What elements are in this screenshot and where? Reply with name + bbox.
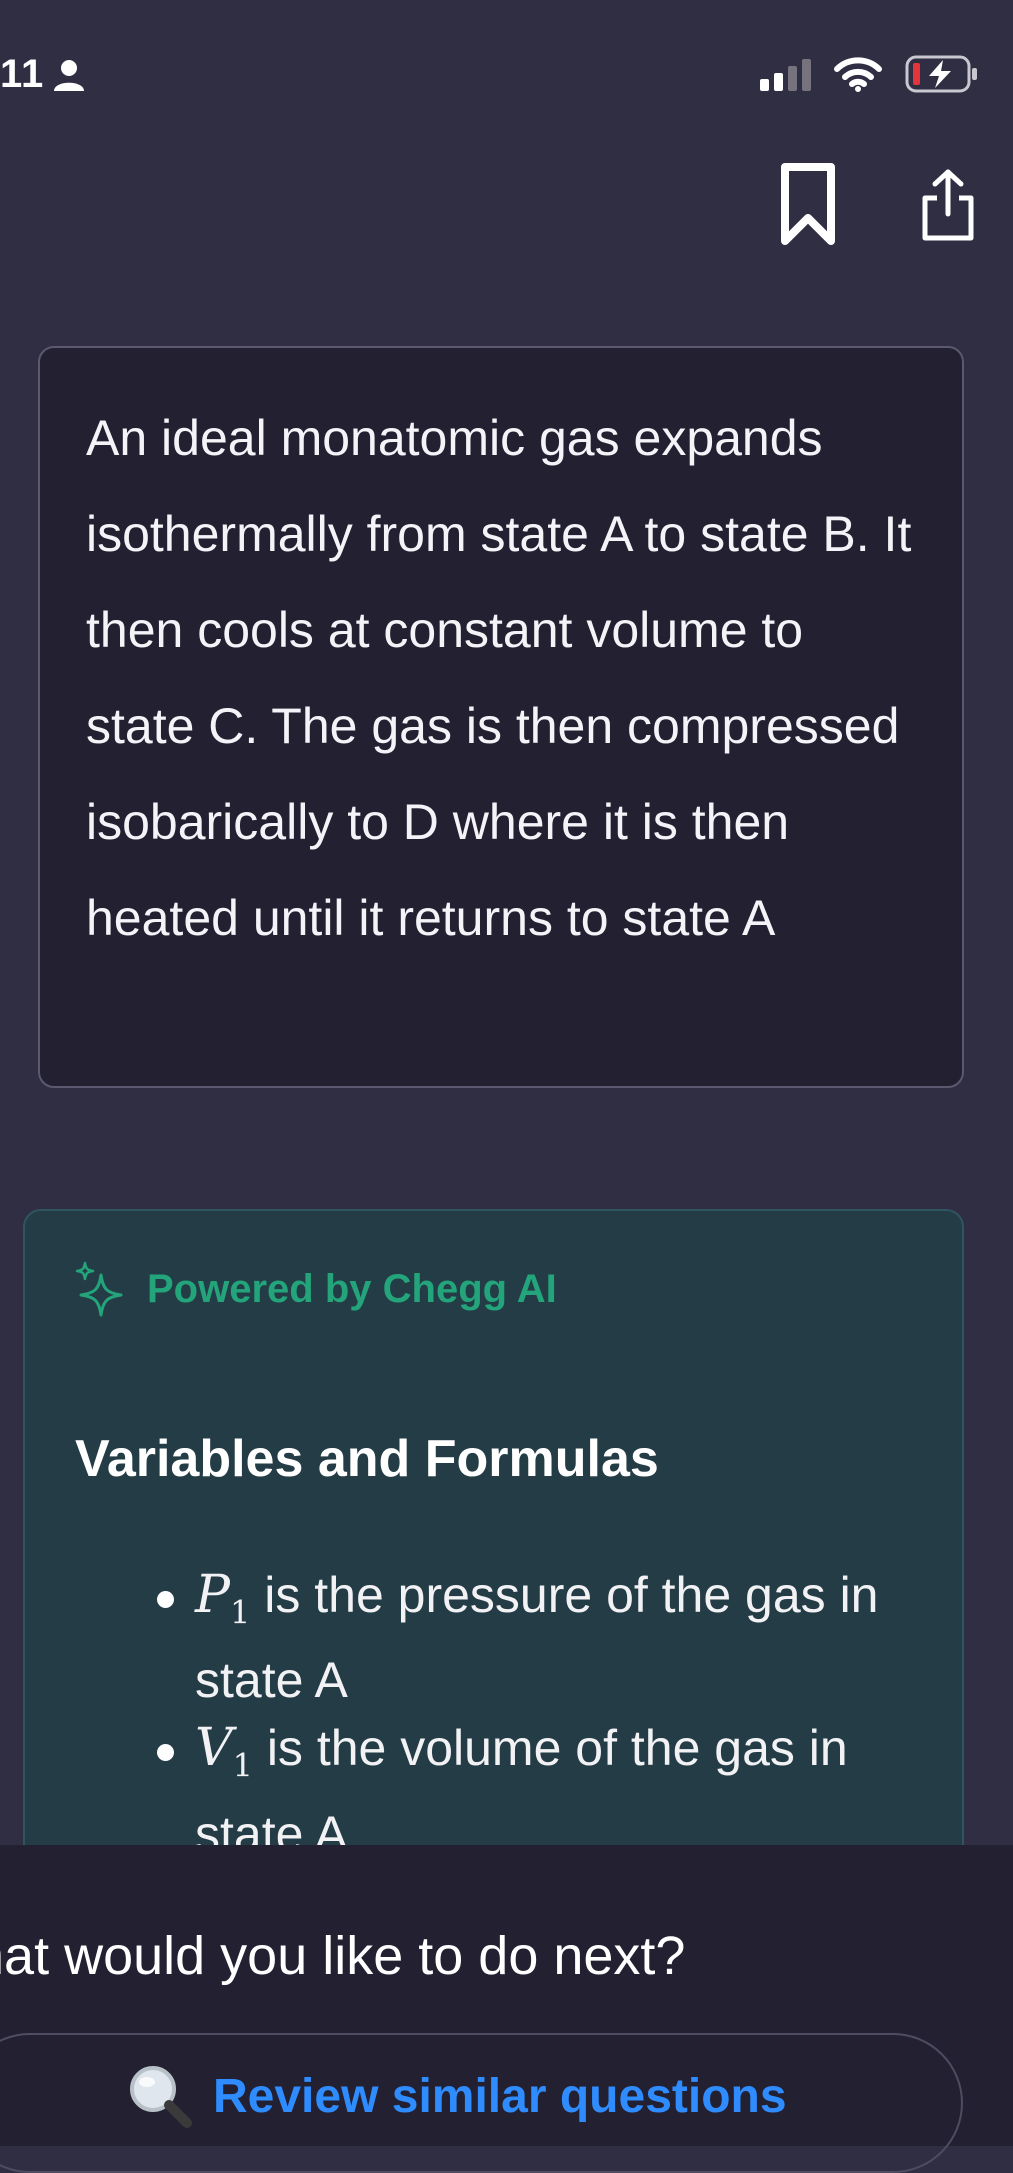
section-title: Variables and Formulas	[75, 1430, 659, 1488]
question-card: An ideal monatomic gas expands isotherma…	[38, 346, 964, 1088]
battery-charging-icon	[905, 55, 977, 93]
share-icon	[922, 169, 974, 241]
cellular-signal-icon	[760, 57, 811, 91]
variable-description: is the volume of the gas in state A	[195, 1720, 848, 1849]
variable-list: P1 is the pressure of the gas in state A…	[115, 1561, 945, 1849]
next-actions-title: hat would you like to do next?	[0, 1926, 686, 1986]
status-time-text: 11	[0, 52, 45, 96]
share-button[interactable]	[913, 160, 983, 250]
question-text: An ideal monatomic gas expands isotherma…	[86, 410, 912, 946]
status-time: 11	[0, 52, 86, 97]
sparkle-icon	[75, 1261, 123, 1317]
magnifying-glass-icon	[130, 2066, 192, 2128]
bookmark-icon	[781, 163, 835, 245]
list-item: V1 is the volume of the gas in state A	[115, 1714, 945, 1849]
wifi-icon	[834, 57, 882, 92]
list-item: P1 is the pressure of the gas in state A	[115, 1561, 945, 1714]
top-actions	[773, 160, 983, 250]
variable-symbol: P1	[195, 1565, 251, 1632]
ai-answer-card: Powered by Chegg AI Variables and Formul…	[23, 1209, 964, 1849]
bookmark-button[interactable]	[773, 160, 843, 250]
review-similar-questions-label: Review similar questions	[213, 2069, 787, 2123]
variable-symbol: V1	[195, 1718, 253, 1785]
status-indicators	[760, 54, 979, 94]
person-icon	[54, 59, 85, 91]
review-similar-questions-button[interactable]: Review similar questions	[0, 2033, 963, 2173]
next-actions-sheet: hat would you like to do next? Review si…	[0, 1845, 1013, 2173]
ai-header: Powered by Chegg AI	[75, 1261, 557, 1317]
variable-description: is the pressure of the gas in state A	[195, 1567, 879, 1709]
powered-by-label: Powered by Chegg AI	[147, 1266, 557, 1311]
